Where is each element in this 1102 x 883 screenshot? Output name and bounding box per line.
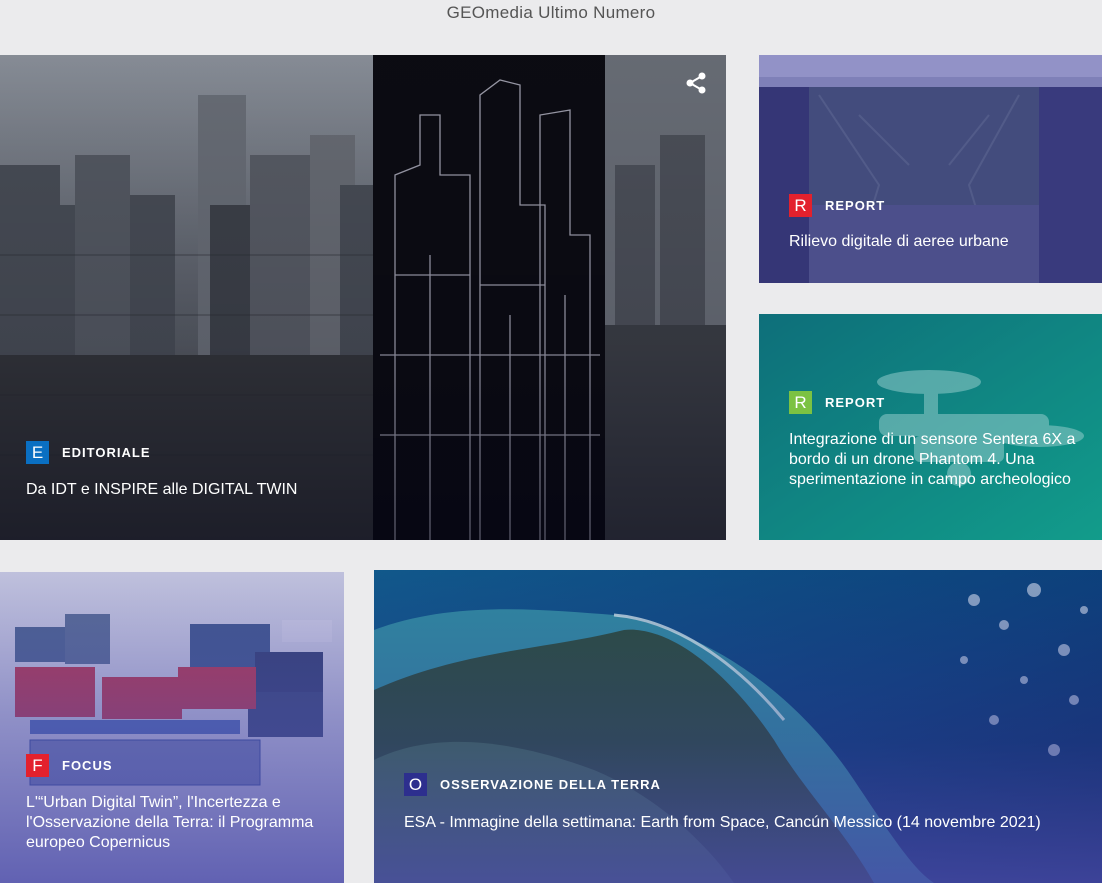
category-label: EDITORIALE [62, 445, 151, 460]
category-tag[interactable]: R REPORT [789, 194, 885, 217]
article-title[interactable]: L'“Urban Digital Twin”, l'Incertezza e l… [26, 793, 326, 853]
category-label: REPORT [825, 395, 886, 410]
category-label: REPORT [825, 198, 886, 213]
article-card-osservazione[interactable]: O OSSERVAZIONE DELLA TERRA ESA - Immagin… [374, 570, 1102, 883]
article-title[interactable]: Integrazione di un sensore Sentera 6X a … [789, 430, 1079, 490]
category-tag[interactable]: R REPORT [789, 391, 885, 414]
article-card-editoriale[interactable]: E EDITORIALE Da IDT e INSPIRE alle DIGIT… [0, 55, 726, 540]
card-color-overlay [759, 314, 1102, 540]
card-color-overlay [374, 570, 1102, 883]
article-title[interactable]: ESA - Immagine della settimana: Earth fr… [404, 813, 1084, 833]
category-tag[interactable]: O OSSERVAZIONE DELLA TERRA [404, 773, 661, 796]
article-card-report-drone[interactable]: R REPORT Integrazione di un sensore Sent… [759, 314, 1102, 540]
card-dark-overlay [0, 55, 726, 540]
category-label: FOCUS [62, 758, 113, 773]
article-card-report-rilievo[interactable]: R REPORT Rilievo digitale di aeree urban… [759, 55, 1102, 283]
section-title: GEOmedia Ultimo Numero [446, 3, 656, 22]
category-badge: E [26, 441, 49, 464]
article-title[interactable]: Rilievo digitale di aeree urbane [789, 232, 1079, 252]
share-icon[interactable] [684, 71, 708, 95]
category-tag[interactable]: F FOCUS [26, 754, 113, 777]
category-badge: R [789, 391, 812, 414]
category-badge: O [404, 773, 427, 796]
category-badge: R [789, 194, 812, 217]
category-label: OSSERVAZIONE DELLA TERRA [440, 777, 661, 792]
article-card-focus[interactable]: F FOCUS L'“Urban Digital Twin”, l'Incert… [0, 572, 344, 883]
category-badge: F [26, 754, 49, 777]
article-title[interactable]: Da IDT e INSPIRE alle DIGITAL TWIN [26, 480, 626, 500]
category-tag[interactable]: E EDITORIALE [26, 441, 151, 464]
